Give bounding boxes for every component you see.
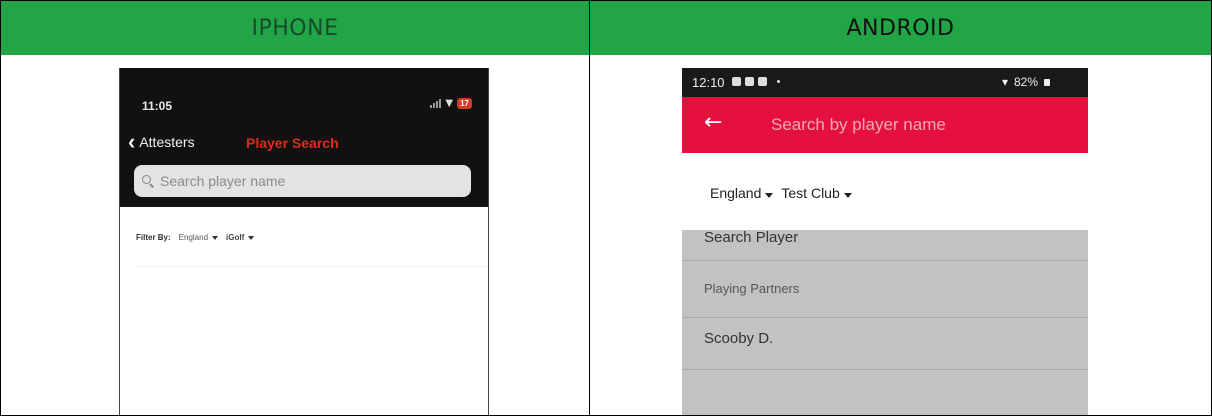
list-item[interactable]: Scooby D. [682,318,1088,370]
ios-nav-area: 11:05 ▼ 17 ‹ Attesters Player Search Sea… [120,68,488,207]
status-right: ▾ 82% [1002,75,1050,89]
list-item-label: Scooby D. [704,330,774,347]
wifi-icon: ▼ [445,98,454,109]
battery-icon [1044,78,1050,86]
battery-level: 82% [1013,75,1038,89]
iphone-screenshot: 11:05 ▼ 17 ‹ Attesters Player Search Sea… [119,68,489,415]
search-input[interactable]: Search by player name [771,115,946,135]
country-dropdown[interactable]: England [178,233,219,242]
signal-icon: ▾ [1001,75,1008,89]
signal-icon [430,99,442,108]
gallery-icon [732,77,741,86]
search-icon [142,175,155,188]
player-list: Search Player Playing Partners Scooby D. [682,229,1088,370]
notification-icons [732,77,780,86]
club-dropdown[interactable]: iGolf [226,233,255,242]
filter-label: Filter By: [136,233,171,242]
android-screenshot: 12:10 ▾ 82% ← Search by player name Engl… [682,68,1088,415]
club-value: Test Club [781,185,840,201]
header-android: ANDROID [589,0,1212,56]
list-section-header: Playing Partners [682,261,1088,318]
caret-down-icon [765,193,774,198]
club-dropdown[interactable]: Test Club [781,185,852,201]
header-iphone: IPHONE [0,0,590,56]
country-dropdown[interactable]: England [710,185,774,201]
search-placeholder: Search player name [160,173,286,189]
country-value: England [178,233,209,242]
back-label: Attesters [139,134,195,150]
status-time: 12:10 [692,75,725,90]
list-item[interactable]: Search Player [682,229,1088,261]
check-icon [758,77,767,86]
filters: England Test Club [710,185,852,201]
page-title: Player Search [246,135,339,151]
dot-icon [777,80,780,83]
message-icon [745,77,754,86]
club-value: iGolf [226,233,245,242]
caret-down-icon [212,235,219,240]
status-icons: ▼ 17 [430,98,472,109]
filter-bar: Filter By: England iGolf [136,233,255,242]
app-bar: ← Search by player name [682,97,1088,153]
status-time: 11:05 [142,99,173,113]
cell-iphone: 11:05 ▼ 17 ‹ Attesters Player Search Sea… [0,55,590,416]
search-input[interactable]: Search player name [134,165,471,197]
status-bar: 12:10 ▾ 82% [682,68,1088,97]
caret-down-icon [843,193,852,198]
arrow-left-icon[interactable]: ← [704,110,722,135]
country-value: England [710,185,762,201]
divider [136,266,488,267]
comparison-table: IPHONE ANDROID 11:05 ▼ 17 ‹ Attesters Pl… [0,0,1212,416]
back-button[interactable]: ‹ Attesters [128,129,195,154]
caret-down-icon [248,235,255,240]
chevron-left-icon: ‹ [128,129,136,154]
battery-icon: 17 [457,98,472,109]
filter-bar: England Test Club [682,153,1088,230]
list-item-label: Playing Partners [704,281,800,296]
list-item-label: Search Player [704,229,799,246]
cell-android: 12:10 ▾ 82% ← Search by player name Engl… [589,55,1212,416]
